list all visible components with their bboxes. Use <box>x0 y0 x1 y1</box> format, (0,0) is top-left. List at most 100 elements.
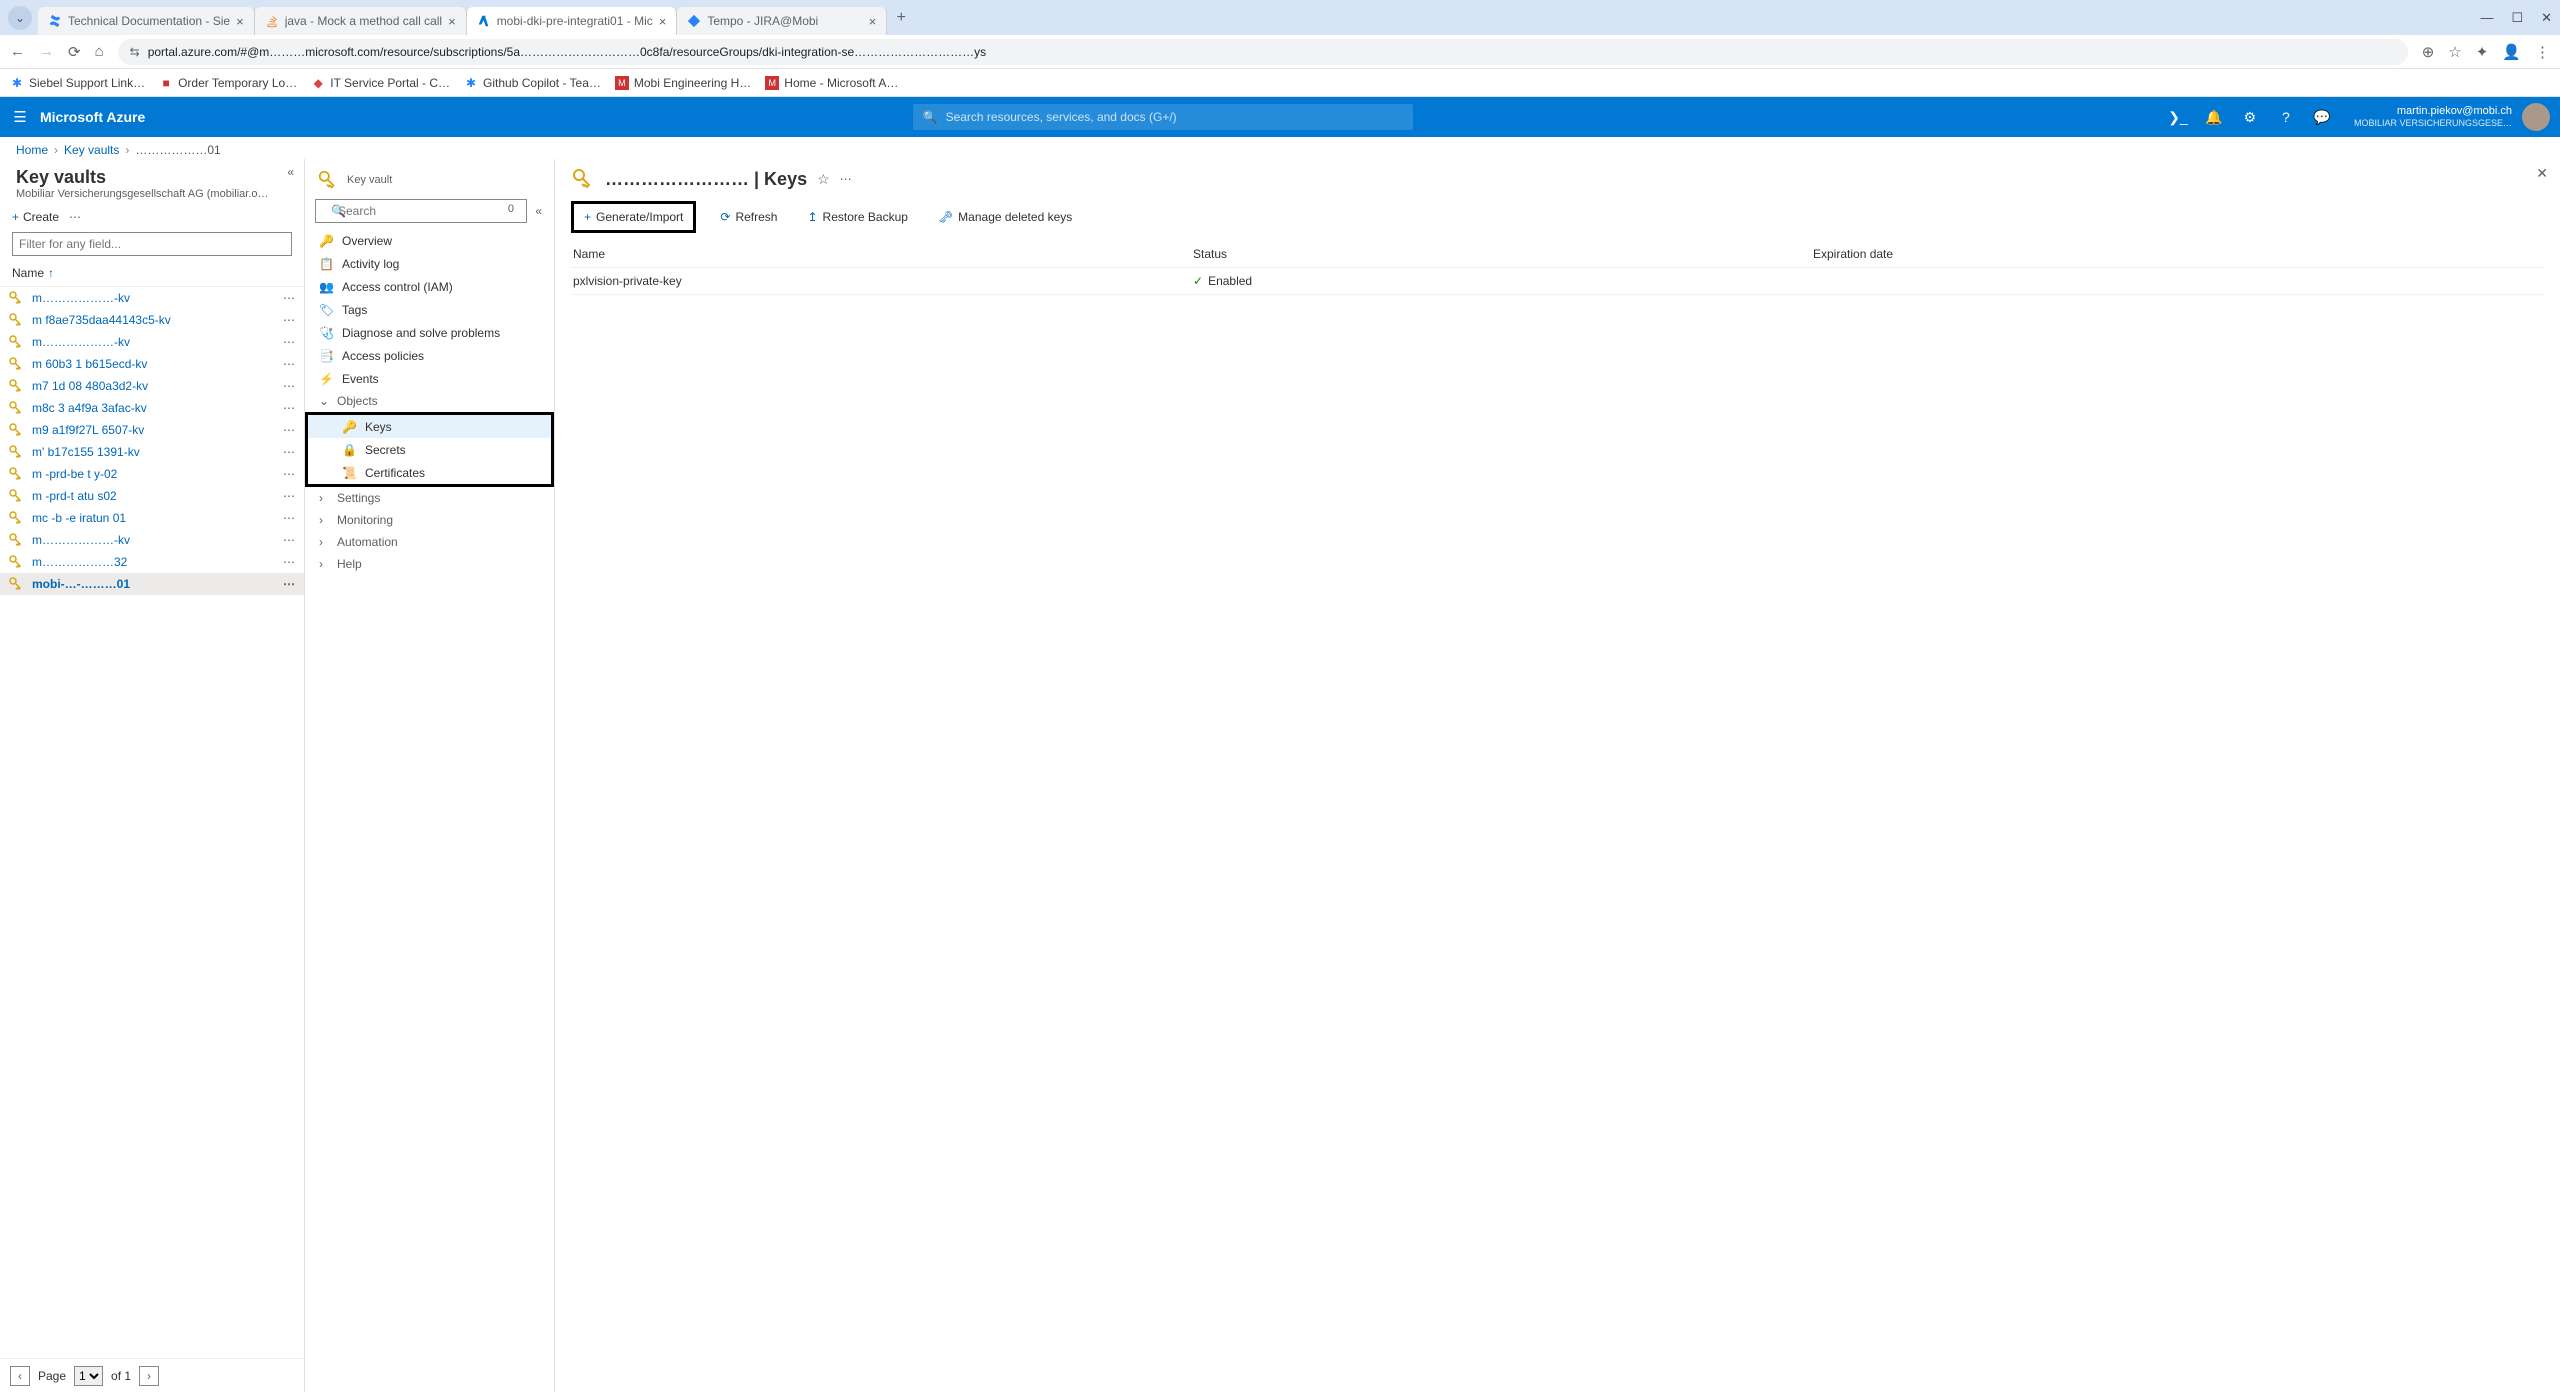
account-menu[interactable]: martin.piekov@mobi.ch MOBILIAR VERSICHER… <box>2340 105 2522 129</box>
nav-iam[interactable]: 👥Access control (IAM) <box>305 275 554 298</box>
list-item[interactable]: m' b17c155 1391-kv⋯ <box>0 441 304 463</box>
browser-tab[interactable]: Tempo - JIRA@Mobi × <box>677 7 887 35</box>
page-select[interactable]: 1 <box>74 1366 103 1386</box>
create-button[interactable]: + Create <box>12 210 59 224</box>
list-item[interactable]: m f8ae735daa44143c5-kv⋯ <box>0 309 304 331</box>
bookmark-item[interactable]: MMobi Engineering H… <box>615 76 751 90</box>
more-icon[interactable]: ⋯ <box>283 445 296 459</box>
nav-group-automation[interactable]: ›Automation <box>305 531 554 553</box>
close-icon[interactable]: × <box>869 14 877 29</box>
list-item[interactable]: m7 1d 08 480a3d2-kv⋯ <box>0 375 304 397</box>
settings-icon[interactable]: ⚙ <box>2232 97 2268 137</box>
more-icon[interactable]: ⋯ <box>283 489 296 503</box>
nav-group-objects[interactable]: ⌄Objects <box>305 390 554 412</box>
more-icon[interactable]: ⋯ <box>283 313 296 327</box>
bookmark-item[interactable]: ◆IT Service Portal - C… <box>311 76 450 90</box>
nav-activity-log[interactable]: 📋Activity log <box>305 252 554 275</box>
more-icon[interactable]: ⋯ <box>283 577 296 591</box>
bookmark-item[interactable]: ■Order Temporary Lo… <box>159 76 297 90</box>
azure-search-input[interactable] <box>946 110 1403 124</box>
azure-search[interactable]: 🔍 <box>913 104 1413 130</box>
menu-icon[interactable]: ⋮ <box>2535 43 2550 61</box>
generate-import-button[interactable]: +Generate/Import <box>571 201 696 233</box>
nav-keys[interactable]: 🔑Keys <box>308 415 551 438</box>
more-icon[interactable]: ⋯ <box>283 533 296 547</box>
breadcrumb-home[interactable]: Home <box>16 143 48 157</box>
more-icon[interactable]: ⋯ <box>283 555 296 569</box>
list-item[interactable]: m -prd-be t y-02⋯ <box>0 463 304 485</box>
nav-group-settings[interactable]: ›Settings <box>305 487 554 509</box>
more-icon[interactable]: ⋯ <box>283 357 296 371</box>
back-icon[interactable]: ← <box>10 43 25 61</box>
refresh-button[interactable]: ⟳Refresh <box>714 206 783 228</box>
help-icon[interactable]: ? <box>2268 97 2304 137</box>
list-item[interactable]: m -prd-t atu s02⋯ <box>0 485 304 507</box>
close-icon[interactable]: ✕ <box>2536 165 2548 182</box>
more-icon[interactable]: ⋯ <box>283 511 296 525</box>
new-tab-button[interactable]: + <box>887 9 915 27</box>
home-icon[interactable]: ⌂ <box>95 43 104 61</box>
list-item[interactable]: m………………32⋯ <box>0 551 304 573</box>
list-item[interactable]: m 60b3 1 b615ecd-kv⋯ <box>0 353 304 375</box>
list-item[interactable]: m………………-kv⋯ <box>0 529 304 551</box>
nav-access-policies[interactable]: 📑Access policies <box>305 344 554 367</box>
nav-certificates[interactable]: 📜Certificates <box>308 461 551 484</box>
column-expiration[interactable]: Expiration date <box>1813 247 2542 261</box>
notifications-icon[interactable]: 🔔 <box>2196 97 2232 137</box>
collapse-icon[interactable]: « <box>533 204 544 218</box>
resource-search-input[interactable] <box>315 199 527 223</box>
nav-diagnose[interactable]: 🩺Diagnose and solve problems <box>305 321 554 344</box>
more-icon[interactable]: ⋯ <box>283 401 296 415</box>
forward-icon[interactable]: → <box>39 43 54 61</box>
close-window-icon[interactable]: ✕ <box>2541 10 2552 26</box>
nav-tags[interactable]: 🏷Tags <box>305 298 554 321</box>
tabs-dropdown-button[interactable]: ⌄ <box>8 6 32 30</box>
nav-overview[interactable]: 🔑Overview <box>305 229 554 252</box>
feedback-icon[interactable]: 💬 <box>2304 97 2340 137</box>
restore-backup-button[interactable]: ↥Restore Backup <box>801 206 913 228</box>
list-item[interactable]: m………………-kv⋯ <box>0 287 304 309</box>
azure-brand[interactable]: Microsoft Azure <box>40 109 165 125</box>
list-item[interactable]: m………………-kv⋯ <box>0 331 304 353</box>
bookmark-item[interactable]: ✱Github Copilot - Tea… <box>464 76 601 90</box>
list-item[interactable]: mobi-…-………01⋯ <box>0 573 304 595</box>
breadcrumb-keyvaults[interactable]: Key vaults <box>64 143 119 157</box>
close-icon[interactable]: × <box>236 14 244 29</box>
table-row[interactable]: pxlvision-private-key✓ Enabled <box>571 268 2544 295</box>
bookmark-item[interactable]: MHome - Microsoft A… <box>765 76 898 90</box>
browser-tab[interactable]: mobi-dki-pre-integrati01 - Mic × <box>467 7 678 35</box>
extensions-icon[interactable]: ✦ <box>2476 43 2489 61</box>
more-icon[interactable]: ⋯ <box>283 467 296 481</box>
next-page-button[interactable]: › <box>139 1366 159 1386</box>
more-icon[interactable]: ⋯ <box>69 210 81 224</box>
more-icon[interactable]: ⋯ <box>283 423 296 437</box>
more-icon[interactable]: ⋯ <box>283 291 296 305</box>
column-name[interactable]: Name <box>573 247 1193 261</box>
site-settings-icon[interactable]: ⇆ <box>130 45 140 59</box>
close-icon[interactable]: × <box>448 14 456 29</box>
close-icon[interactable]: × <box>659 14 667 29</box>
minimize-icon[interactable]: — <box>2480 10 2493 26</box>
avatar[interactable] <box>2522 103 2550 131</box>
list-item[interactable]: mc -b -e iratun 01⋯ <box>0 507 304 529</box>
nav-group-monitoring[interactable]: ›Monitoring <box>305 509 554 531</box>
more-icon[interactable]: ⋯ <box>283 379 296 393</box>
reload-icon[interactable]: ⟳ <box>68 43 81 61</box>
prev-page-button[interactable]: ‹ <box>10 1366 30 1386</box>
manage-deleted-button[interactable]: 🗝Manage deleted keys <box>932 206 1078 228</box>
hamburger-icon[interactable]: ☰ <box>0 108 40 126</box>
list-item[interactable]: m9 a1f9f27L 6507-kv⋯ <box>0 419 304 441</box>
list-item[interactable]: m8c 3 a4f9a 3afac-kv⋯ <box>0 397 304 419</box>
maximize-icon[interactable]: ☐ <box>2511 10 2523 26</box>
bookmark-item[interactable]: ✱Siebel Support Link… <box>10 76 145 90</box>
url-input[interactable]: ⇆ portal.azure.com/#@m………microsoft.com/r… <box>118 39 2408 65</box>
browser-tab[interactable]: Technical Documentation - Sie × <box>38 7 255 35</box>
more-icon[interactable]: ⋯ <box>283 335 296 349</box>
nav-group-help[interactable]: ›Help <box>305 553 554 575</box>
profile-icon[interactable]: 👤 <box>2502 43 2521 61</box>
nav-events[interactable]: ⚡Events <box>305 367 554 390</box>
cloud-shell-icon[interactable]: ❯_ <box>2160 97 2196 137</box>
collapse-icon[interactable]: « <box>287 165 294 179</box>
column-status[interactable]: Status <box>1193 247 1813 261</box>
more-icon[interactable]: ⋯ <box>840 172 853 186</box>
